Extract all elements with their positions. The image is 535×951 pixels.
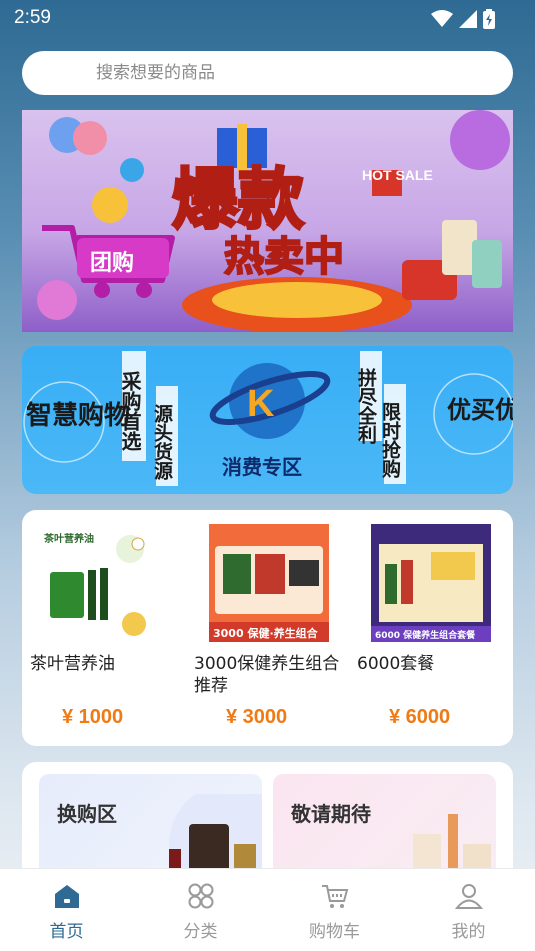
product-list: 茶叶营养油 茶叶营养油 ¥ 1000 3000 保健·养生组合 3000保健养生… xyxy=(22,510,513,746)
product-card[interactable]: 6000 保健养生组合套餐 6000套餐 ¥ 6000 xyxy=(349,510,509,746)
cart-icon xyxy=(321,885,348,908)
hot-sale-banner[interactable]: 团购 爆款 热卖中 HOT SALE xyxy=(22,110,513,332)
tab-label: 分类 xyxy=(183,922,218,942)
banner-col2: 源头货源 xyxy=(151,403,173,481)
bottom-tab-bar: 首页 分类 购物车 我的 xyxy=(0,868,535,951)
tab-cart[interactable]: 购物车 xyxy=(268,869,401,951)
hot-sale-banner-art: 团购 爆款 热卖中 HOT SALE xyxy=(37,110,510,332)
banner-col4: 限时抢购 xyxy=(379,402,401,478)
hot-sale-subtitle: 热卖中 xyxy=(224,234,344,280)
product-image: 茶叶营养油 xyxy=(30,524,150,642)
banner-col3: 拼尽全利 xyxy=(355,367,378,444)
category-icon xyxy=(188,883,213,909)
tab-category[interactable]: 分类 xyxy=(134,869,267,951)
consumer-zone-title: 消费专区 xyxy=(222,455,302,479)
user-icon xyxy=(454,884,483,909)
signal-icon xyxy=(459,10,477,28)
tab-label: 我的 xyxy=(451,922,486,942)
cart-label: 团购 xyxy=(90,250,134,276)
product-price: ¥ 1000 xyxy=(62,706,124,728)
hot-sale-title: 爆款 xyxy=(172,161,304,238)
product-image: 3000 保健·养生组合 xyxy=(209,524,329,642)
product-card[interactable]: 3000 保健·养生组合 3000保健养生组合推荐 ¥ 3000 xyxy=(186,510,346,746)
smart-shopping-text: 智慧购物 xyxy=(26,401,130,431)
home-icon xyxy=(54,885,79,908)
product-name: 3000保健养生组合推荐 xyxy=(194,654,340,696)
status-bar: 2:59 xyxy=(0,0,535,36)
tab-home[interactable]: 首页 xyxy=(0,869,133,951)
banner-col1: 采购首选 xyxy=(118,371,142,452)
promo-title: 换购区 xyxy=(57,802,117,826)
svg-text:3000 保健·养生组合: 3000 保健·养生组合 xyxy=(213,626,319,640)
product-name: 6000套餐 xyxy=(357,654,435,674)
promo-title: 敬请期待 xyxy=(291,802,371,826)
best-choice-text: 优买优选 xyxy=(447,395,513,424)
battery-icon xyxy=(483,9,495,29)
search-bar[interactable] xyxy=(22,51,513,95)
product-price: ¥ 3000 xyxy=(226,706,288,728)
status-icons xyxy=(431,9,495,29)
product-name: 茶叶营养油 xyxy=(30,654,115,674)
status-time: 2:59 xyxy=(14,7,51,28)
search-input[interactable] xyxy=(96,51,496,95)
svg-text:茶叶营养油: 茶叶营养油 xyxy=(43,532,94,545)
wifi-icon xyxy=(431,10,453,27)
consumer-zone-banner[interactable]: K 智慧购物 采购首选 源头货源 拼尽全利 限时抢购 消费专区 优买优选 xyxy=(22,346,513,494)
product-card[interactable]: 茶叶营养油 茶叶营养油 ¥ 1000 xyxy=(22,510,182,746)
hot-sale-badge: HOT SALE xyxy=(362,167,433,183)
consumer-zone-banner-art: K 智慧购物 采购首选 源头货源 拼尽全利 限时抢购 消费专区 优买优选 xyxy=(23,351,513,486)
tab-label: 购物车 xyxy=(309,922,360,942)
tab-profile[interactable]: 我的 xyxy=(402,869,535,951)
tab-label: 首页 xyxy=(49,922,84,942)
product-price: ¥ 6000 xyxy=(389,706,451,728)
svg-text:K: K xyxy=(247,383,275,425)
product-image: 6000 保健养生组合套餐 xyxy=(371,524,491,642)
svg-text:6000 保健养生组合套餐: 6000 保健养生组合套餐 xyxy=(375,629,476,641)
